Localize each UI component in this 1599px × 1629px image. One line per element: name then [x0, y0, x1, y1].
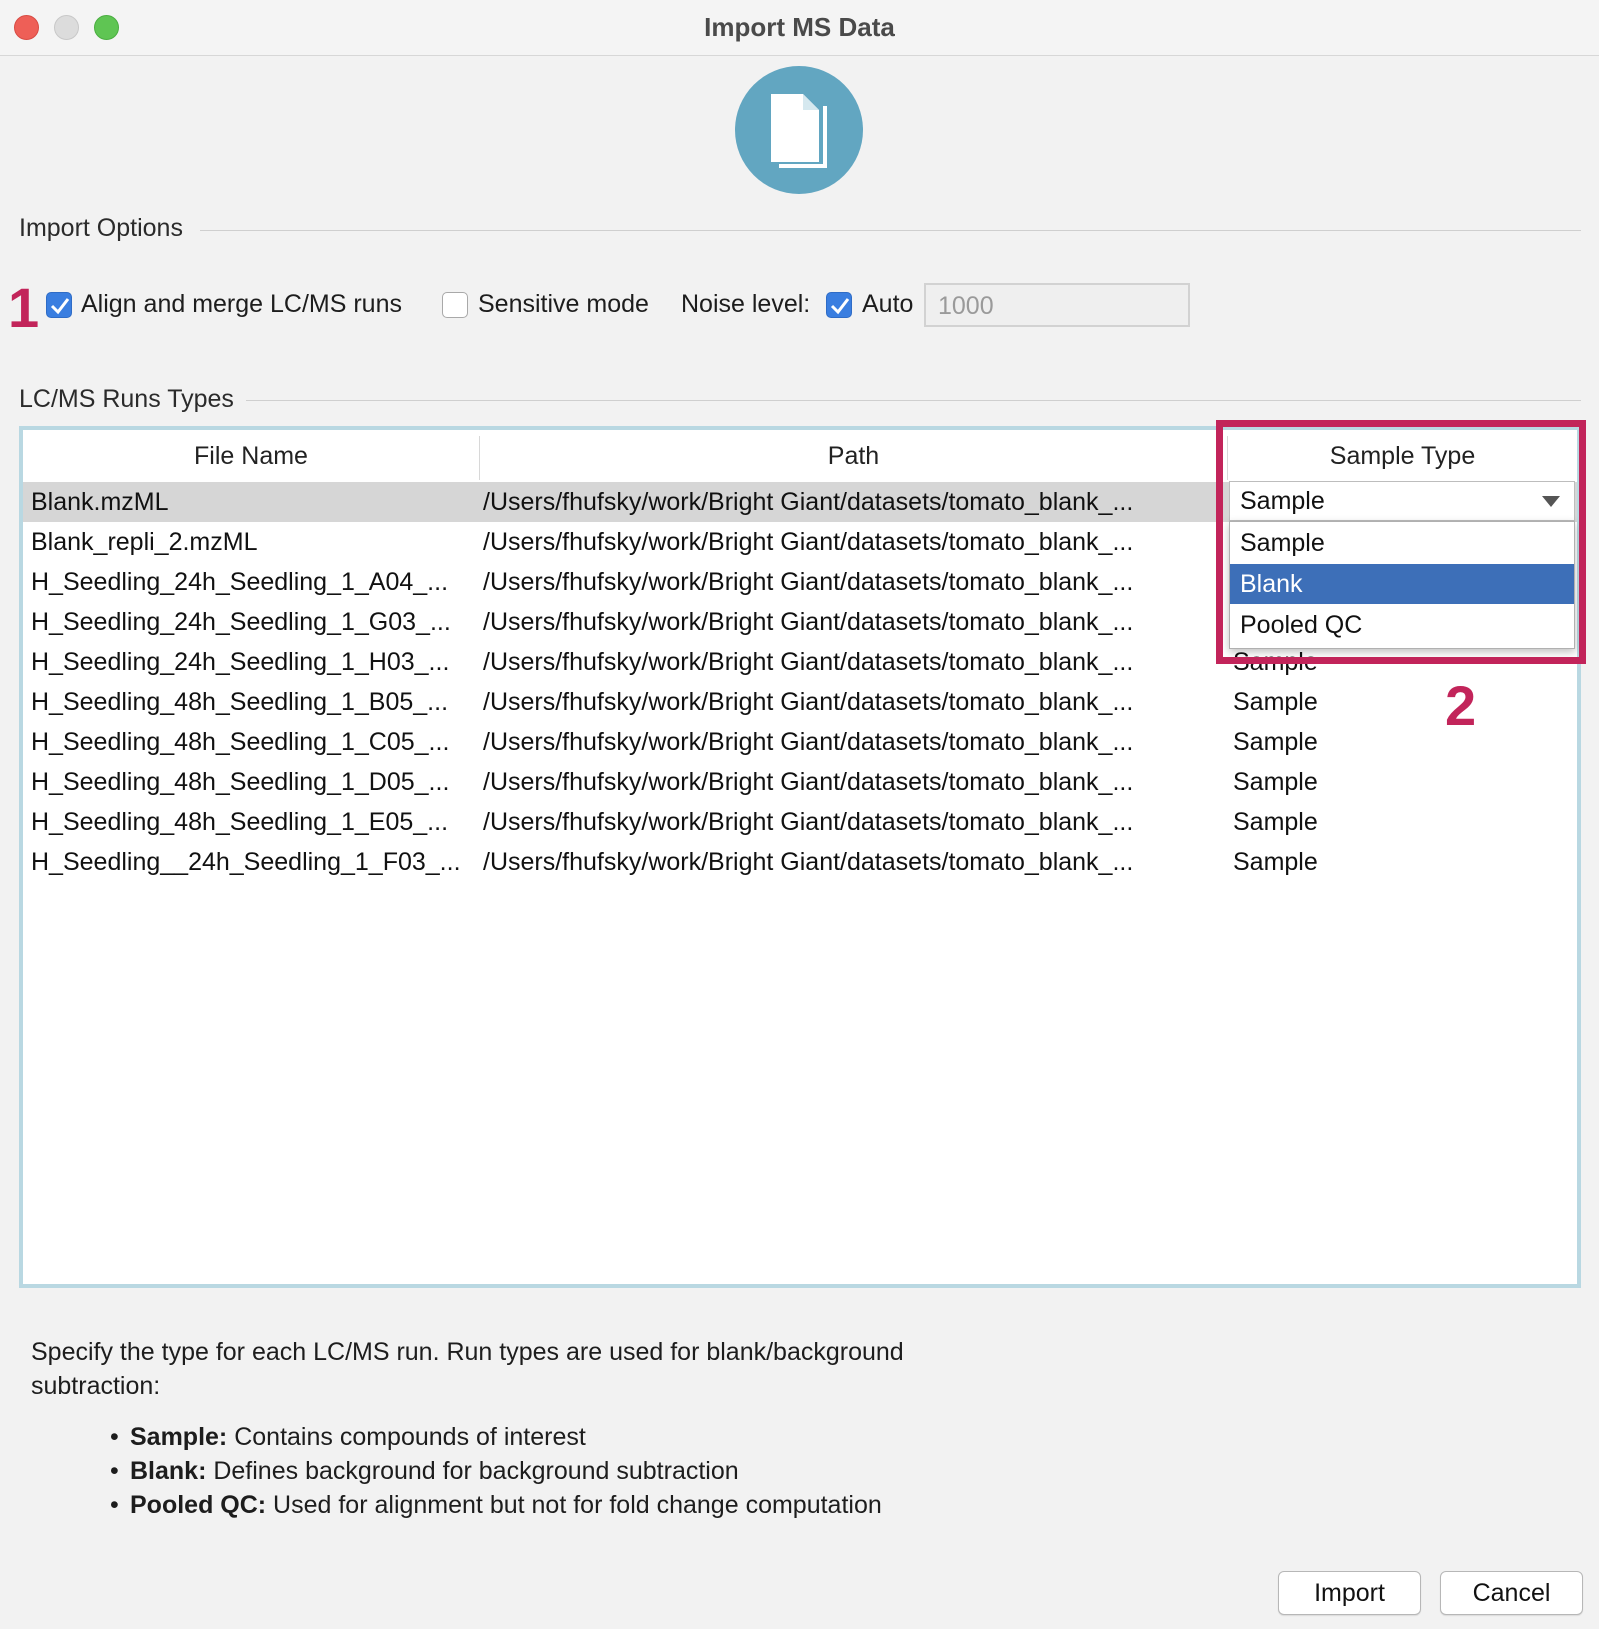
column-header-sample-type[interactable]: Sample Type — [1228, 430, 1577, 483]
path-cell: /Users/fhufsky/work/Bright Giant/dataset… — [483, 728, 1134, 756]
dropdown-option-pooled-qc[interactable]: Pooled QC — [1230, 605, 1574, 645]
list-item: Blank: Defines background for background… — [110, 1454, 882, 1488]
path-cell: /Users/fhufsky/work/Bright Giant/dataset… — [483, 648, 1134, 676]
sensitive-mode-checkbox[interactable] — [442, 292, 468, 318]
column-header-file-name[interactable]: File Name — [23, 430, 479, 483]
sample-type-cell[interactable]: Sample — [1233, 682, 1533, 722]
table-row[interactable]: H_Seedling__24h_Seedling_1_F03_... /User… — [23, 842, 1577, 882]
path-cell: /Users/fhufsky/work/Bright Giant/dataset… — [483, 808, 1134, 836]
description-text: Specify the type for each LC/MS run. Run… — [31, 1338, 904, 1400]
table-header: File Name Path Sample Type — [23, 430, 1577, 484]
runs-types-divider — [246, 400, 1581, 401]
path-cell: /Users/fhufsky/work/Bright Giant/dataset… — [483, 768, 1134, 796]
sensitive-mode-label[interactable]: Sensitive mode — [478, 290, 649, 319]
noise-auto-label[interactable]: Auto — [862, 290, 913, 319]
type-definitions-list: Sample: Contains compounds of interest B… — [110, 1420, 882, 1522]
path-cell: /Users/fhufsky/work/Bright Giant/dataset… — [483, 488, 1134, 516]
noise-level-label: Noise level: — [681, 290, 811, 318]
bullet-term: Pooled QC: — [130, 1491, 267, 1519]
path-cell: /Users/fhufsky/work/Bright Giant/dataset… — [483, 848, 1134, 876]
align-merge-label[interactable]: Align and merge LC/MS runs — [81, 290, 402, 319]
table-row[interactable]: H_Seedling_48h_Seedling_1_B05_... /Users… — [23, 682, 1577, 722]
runs-table: File Name Path Sample Type Blank.mzML /U… — [19, 426, 1581, 1288]
noise-level-input[interactable]: 1000 — [924, 283, 1190, 327]
bullet-term: Sample: — [130, 1423, 228, 1451]
file-name-cell: H_Seedling_48h_Seedling_1_E05_... — [31, 808, 449, 836]
list-item: Pooled QC: Used for alignment but not fo… — [110, 1488, 882, 1522]
sample-type-cell[interactable]: Sample — [1233, 802, 1533, 842]
sample-type-combo[interactable]: Sample — [1229, 481, 1575, 521]
path-cell: /Users/fhufsky/work/Bright Giant/dataset… — [483, 528, 1134, 556]
list-item: Sample: Contains compounds of interest — [110, 1420, 882, 1454]
column-header-path[interactable]: Path — [480, 430, 1227, 483]
dropdown-option-sample[interactable]: Sample — [1230, 523, 1574, 563]
bullet-term: Blank: — [130, 1457, 207, 1485]
table-row[interactable]: H_Seedling_48h_Seedling_1_C05_... /Users… — [23, 722, 1577, 762]
file-name-cell: H_Seedling_24h_Seedling_1_H03_... — [31, 648, 450, 676]
annotation-1: 1 — [8, 276, 40, 339]
bullet-text: Defines background for background subtra… — [206, 1457, 739, 1485]
document-copy-icon — [735, 66, 863, 194]
path-cell: /Users/fhufsky/work/Bright Giant/dataset… — [483, 568, 1134, 596]
path-cell: /Users/fhufsky/work/Bright Giant/dataset… — [483, 688, 1134, 716]
sample-type-combo-value: Sample — [1240, 487, 1325, 515]
align-merge-checkbox[interactable] — [46, 292, 72, 318]
sample-type-cell[interactable]: Sample — [1233, 762, 1533, 802]
annotation-2: 2 — [1445, 674, 1477, 737]
dropdown-option-blank[interactable]: Blank — [1230, 564, 1574, 604]
sample-type-cell[interactable]: Sample — [1233, 722, 1533, 762]
window-title: Import MS Data — [704, 12, 895, 42]
runs-types-label: LC/MS Runs Types — [19, 385, 234, 413]
file-name-cell: H_Seedling_24h_Seedling_1_G03_... — [31, 608, 451, 636]
path-cell: /Users/fhufsky/work/Bright Giant/dataset… — [483, 608, 1134, 636]
sample-type-cell[interactable]: Sample — [1233, 842, 1533, 882]
import-options-divider — [200, 230, 1581, 231]
cancel-button[interactable]: Cancel — [1440, 1571, 1583, 1615]
bullet-text: Used for alignment but not for fold chan… — [266, 1491, 882, 1519]
import-options-label: Import Options — [19, 214, 183, 242]
file-name-cell: H_Seedling_48h_Seedling_1_C05_... — [31, 728, 450, 756]
file-name-cell: H_Seedling_48h_Seedling_1_B05_... — [31, 688, 449, 716]
file-name-cell: H_Seedling__24h_Seedling_1_F03_... — [31, 848, 461, 876]
table-row[interactable]: H_Seedling_48h_Seedling_1_D05_... /Users… — [23, 762, 1577, 802]
noise-auto-checkbox[interactable] — [826, 292, 852, 318]
file-name-cell: Blank_repli_2.mzML — [31, 528, 258, 556]
file-name-cell: H_Seedling_24h_Seedling_1_A04_... — [31, 568, 449, 596]
file-name-cell: H_Seedling_48h_Seedling_1_D05_... — [31, 768, 450, 796]
chevron-down-icon[interactable] — [1542, 496, 1560, 507]
import-button[interactable]: Import — [1278, 1571, 1421, 1615]
bullet-text: Contains compounds of interest — [227, 1423, 586, 1451]
sample-type-dropdown: Sample Blank Pooled QC — [1229, 521, 1575, 649]
table-row[interactable]: H_Seedling_48h_Seedling_1_E05_... /Users… — [23, 802, 1577, 842]
file-name-cell: Blank.mzML — [31, 488, 169, 516]
title-bar: Import MS Data — [0, 0, 1599, 56]
